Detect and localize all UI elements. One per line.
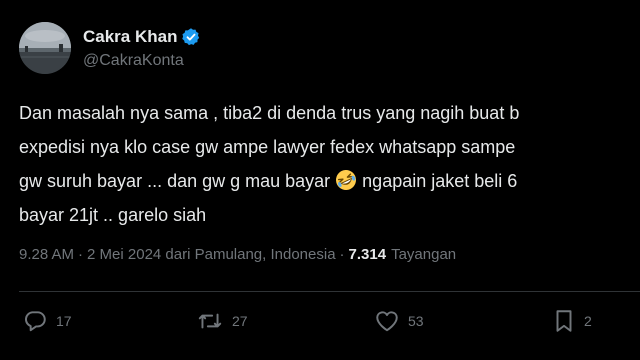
meta-separator: · xyxy=(78,246,84,263)
retweet-button[interactable]: 27 xyxy=(196,305,248,337)
avatar-image-icon xyxy=(19,22,71,74)
tweet-text: Dan masalah nya sama , tiba2 di denda tr… xyxy=(19,96,640,232)
views-count[interactable]: 7.314 xyxy=(349,246,387,263)
divider xyxy=(19,291,640,292)
tweet-text-segment: gw suruh bayar ... dan gw g mau bayar xyxy=(19,171,336,191)
reply-icon xyxy=(24,311,46,332)
avatar[interactable] xyxy=(19,22,71,74)
action-bar: 17 27 53 2 xyxy=(0,305,640,339)
author-names: Cakra Khan @CakraKonta xyxy=(83,26,201,70)
tweet-time[interactable]: 9.28 AM xyxy=(19,246,74,263)
bookmark-icon xyxy=(556,310,572,332)
name-row: Cakra Khan xyxy=(83,26,201,48)
verified-badge-icon[interactable] xyxy=(181,27,201,47)
tweet-date-location[interactable]: 2 Mei 2024 dari Pamulang, Indonesia xyxy=(87,246,336,263)
author-display-name[interactable]: Cakra Khan xyxy=(83,27,177,47)
tweet-text-line: gw suruh bayar ... dan gw g mau bayar ng… xyxy=(19,164,640,198)
bookmark-count: 2 xyxy=(584,313,592,329)
tweet-text-line: Dan masalah nya sama , tiba2 di denda tr… xyxy=(19,103,520,123)
reply-count: 17 xyxy=(56,313,72,329)
rolling-laughing-emoji-icon xyxy=(335,168,357,190)
views-label: Tayangan xyxy=(391,246,457,263)
retweet-icon xyxy=(198,313,222,329)
tweet-text-line: bayar 21jt .. garelo siah xyxy=(19,205,207,225)
author-handle[interactable]: @CakraKonta xyxy=(83,52,201,70)
tweet-meta: 9.28 AM · 2 Mei 2024 dari Pamulang, Indo… xyxy=(19,246,456,263)
reply-button[interactable]: 17 xyxy=(22,305,72,337)
retweet-count: 27 xyxy=(232,313,248,329)
tweet-card: Cakra Khan @CakraKonta Dan masalah nya s… xyxy=(0,0,640,360)
bookmark-button[interactable]: 2 xyxy=(552,305,592,337)
like-button[interactable]: 53 xyxy=(374,305,424,337)
meta-separator: · xyxy=(339,246,345,263)
tweet-header: Cakra Khan @CakraKonta xyxy=(19,22,201,74)
tweet-text-segment: ngapain jaket beli 6 xyxy=(357,171,518,191)
heart-icon xyxy=(376,311,398,332)
like-count: 53 xyxy=(408,313,424,329)
tweet-text-line: expedisi nya klo case gw ampe lawyer fed… xyxy=(19,137,516,157)
